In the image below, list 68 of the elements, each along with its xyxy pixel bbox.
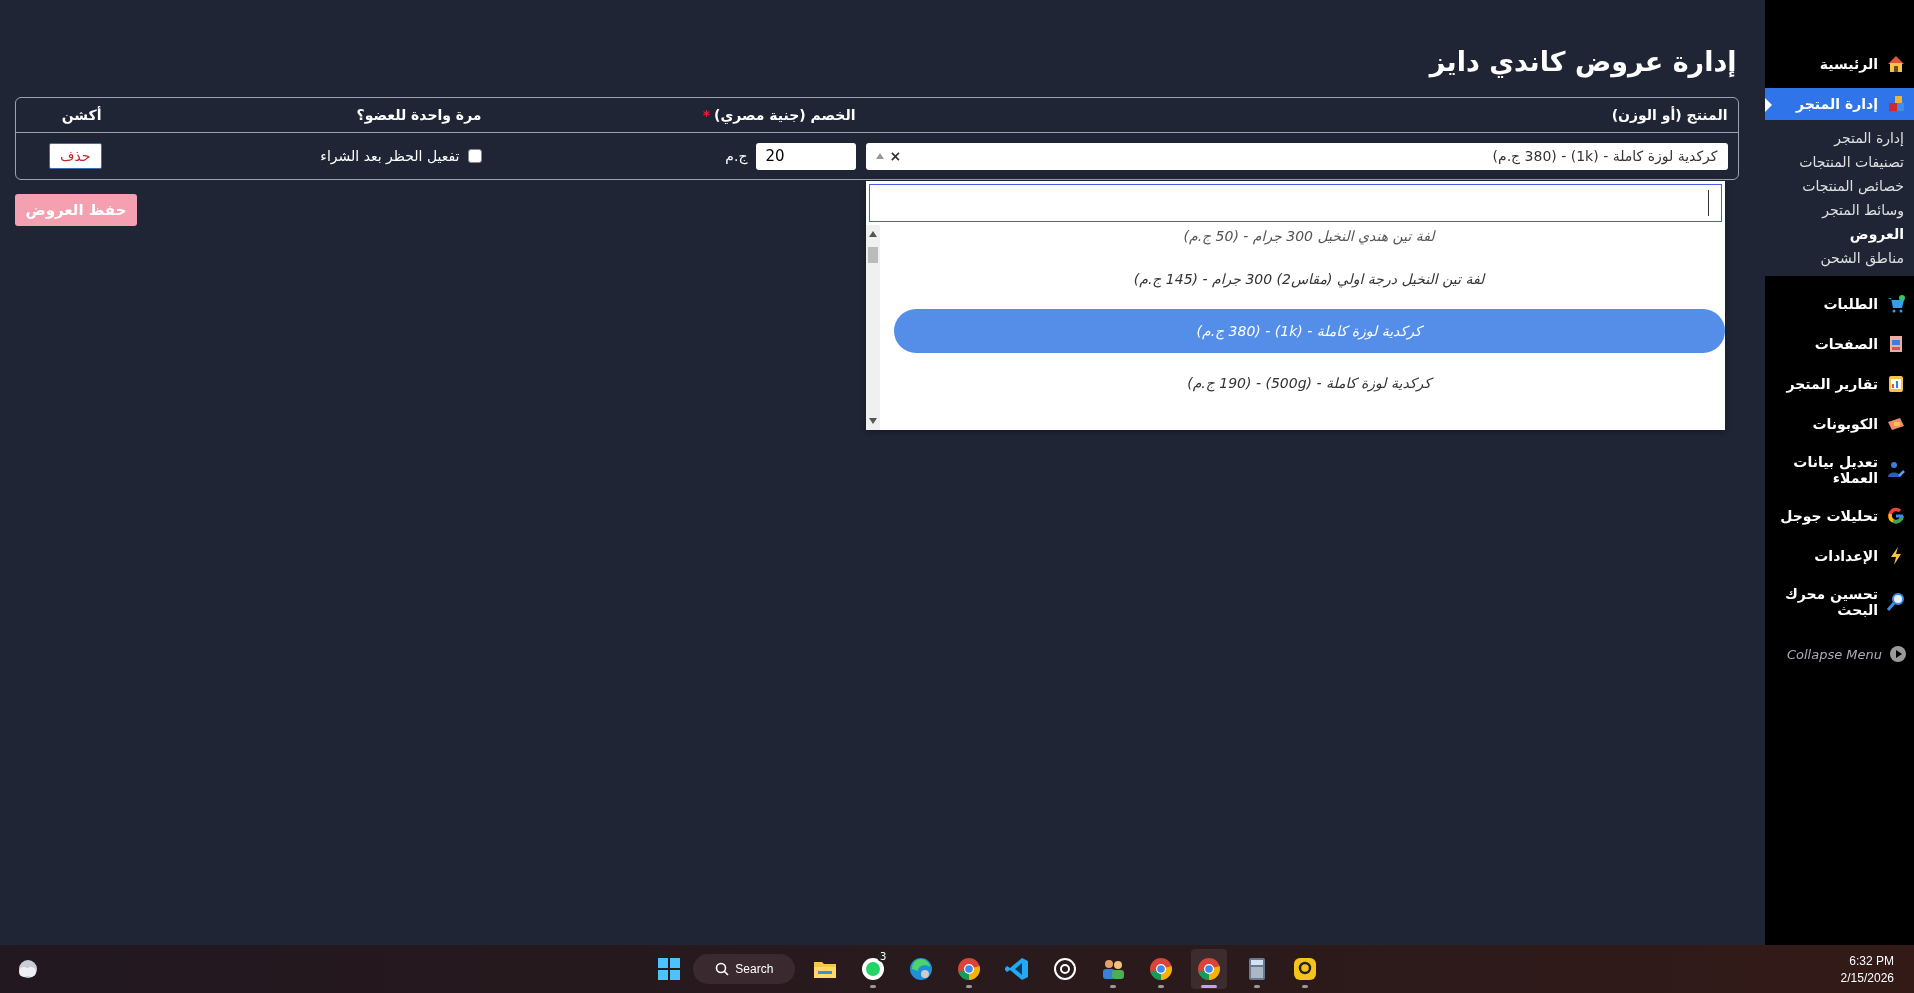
cart-icon <box>1886 294 1906 314</box>
discount-input[interactable]: 20 <box>755 142 856 170</box>
chrome-icon <box>1196 956 1223 982</box>
taskbar-button[interactable]: 3 <box>855 949 892 989</box>
column-header: مرة واحدة للعضو؟ <box>356 107 482 123</box>
running-indicator <box>966 985 973 988</box>
scrollbar[interactable] <box>865 224 880 430</box>
running-indicator <box>1158 985 1165 988</box>
magnifier-icon <box>1886 592 1906 612</box>
running-indicator <box>1110 985 1117 988</box>
submenu-item[interactable]: مناطق الشحن <box>1764 246 1904 270</box>
chrome-icon <box>1148 956 1175 982</box>
sidebar-item[interactable]: الطلبات <box>1764 288 1914 320</box>
chrome-icon <box>956 956 983 982</box>
scroll-down-icon[interactable] <box>868 417 877 424</box>
column-header: أكشن <box>61 107 102 123</box>
submenu-item[interactable]: وسائط المتجر <box>1764 198 1904 222</box>
sidebar-item[interactable]: تحليلات جوجل <box>1764 500 1914 532</box>
google-icon <box>1886 506 1906 526</box>
search-button[interactable]: Search <box>693 954 796 984</box>
code-icon <box>1004 956 1031 982</box>
blocks-icon <box>1886 94 1906 114</box>
page-title: إدارة عروض كاندي دايز <box>1427 46 1738 77</box>
submenu-item[interactable]: تصنيفات المنتجات <box>1764 150 1904 174</box>
play-icon <box>1890 646 1906 662</box>
scrollbar-thumb[interactable] <box>867 246 878 263</box>
weather-icon[interactable] <box>16 957 40 981</box>
taskbar-button[interactable] <box>1191 949 1228 989</box>
remote-icon <box>1292 956 1319 982</box>
dropdown-option[interactable]: لفة تين هندي النخيل 300 جرام - (50 ج.م) <box>893 224 1725 247</box>
submenu-item[interactable]: العروض <box>1764 222 1904 246</box>
edge-icon <box>908 956 935 982</box>
running-indicator <box>1201 985 1218 988</box>
clock[interactable]: 6:32 PM 2/15/2026 <box>1840 953 1894 985</box>
scroll-up-icon[interactable] <box>868 230 877 237</box>
submenu-item[interactable]: إدارة المتجر <box>1764 126 1904 150</box>
notification-badge: 3 <box>876 951 890 962</box>
search-field[interactable] <box>868 183 1722 222</box>
sidebar-item[interactable]: الإعدادات <box>1764 540 1914 572</box>
sidebar-item[interactable]: تحسين محرك البحث <box>1764 580 1914 624</box>
delete-button[interactable]: حذف <box>49 143 102 169</box>
house-icon <box>1886 54 1906 74</box>
sidebar-item[interactable]: الرئيسية <box>1764 48 1914 80</box>
running-indicator <box>870 985 877 988</box>
search-icon <box>715 962 730 976</box>
sidebar-item[interactable]: الكوبونات <box>1764 408 1914 440</box>
column-header: الخصم (جنية مصري) <box>714 107 856 123</box>
product-select[interactable]: كركدية لوزة كاملة - (1k) - (380 ج.م) × <box>865 142 1728 170</box>
submenu-item[interactable]: خصائص المنتجات <box>1764 174 1904 198</box>
sidebar-item[interactable]: تعديل بيانات العملاء <box>1764 448 1914 492</box>
running-indicator <box>1302 985 1309 988</box>
user-icon <box>1886 460 1906 480</box>
currency-label: ج.م <box>725 148 748 164</box>
checkbox[interactable] <box>467 149 482 163</box>
column-header: المنتج (أو الوزن) <box>1611 107 1728 123</box>
dropdown-option[interactable]: كركدية لوزة كاملة - (500g) - (190 ج.م) <box>893 360 1725 405</box>
checkbox-label: تفعيل الحظر بعد الشراء <box>320 148 460 164</box>
collapse-menu-button[interactable]: Collapse Menu <box>1764 640 1914 668</box>
pointer-icon <box>1764 98 1772 112</box>
sidebar-item[interactable]: تقارير المتجر <box>1764 368 1914 400</box>
report-icon <box>1886 374 1906 394</box>
windows-icon[interactable] <box>657 957 682 981</box>
required-mark: * <box>702 107 711 123</box>
dropdown-option[interactable]: لفة تين النخيل درجة اولي (مقاس2) 300 جرام - (145 ج.م) <box>893 256 1725 301</box>
running-indicator <box>1254 985 1261 988</box>
sidebar-item[interactable]: الصفحات <box>1764 328 1914 360</box>
sidebar-item[interactable]: إدارة المتجر <box>1764 88 1914 120</box>
caret-icon <box>875 153 884 159</box>
